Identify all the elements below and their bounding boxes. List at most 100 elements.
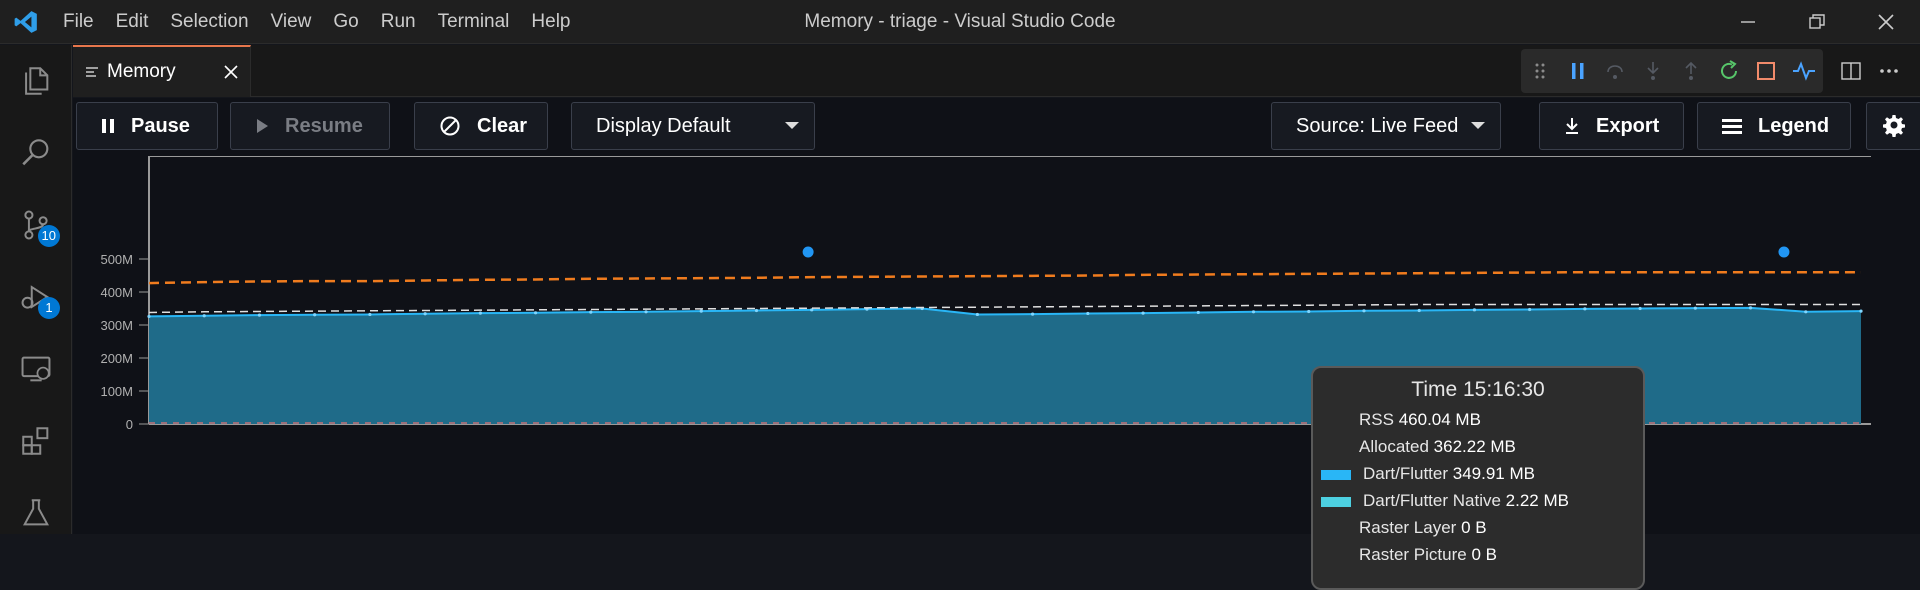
tooltip-value: 2.22 MB (1505, 491, 1569, 510)
restart-icon[interactable] (1710, 49, 1748, 93)
download-icon (1564, 117, 1580, 135)
dart-flutter-point (368, 312, 372, 317)
dart-flutter-point (1638, 306, 1642, 311)
remote-explorer-icon[interactable] (0, 333, 72, 405)
play-icon (255, 118, 269, 134)
activity-bar: 10 1 (0, 45, 72, 534)
stop-icon[interactable] (1748, 49, 1786, 93)
extensions-icon[interactable] (0, 405, 72, 477)
menu-view[interactable]: View (260, 0, 323, 44)
dart-flutter-point (478, 311, 482, 315)
tooltip-row-rss: RSS 460.04 MB (1359, 410, 1481, 432)
dart-flutter-point (1804, 310, 1808, 314)
pause-label: Pause (131, 114, 190, 137)
y-tick-label: 500M (100, 252, 133, 267)
source-control-icon[interactable]: 10 (0, 189, 72, 261)
gc-markers (802, 246, 1790, 258)
close-window-button[interactable] (1851, 0, 1920, 44)
memory-view: Pause Resume Clear Display Default Sourc… (73, 98, 1920, 590)
tooltip-label: Dart/Flutter (1363, 464, 1449, 483)
y-tick-label: 200M (100, 351, 133, 366)
dart-flutter-point (1031, 312, 1035, 316)
y-tick-label: 0 (126, 417, 133, 432)
menu-bar: File Edit Selection View Go Run Terminal… (52, 0, 582, 44)
preview-icon (85, 65, 99, 79)
y-tick-label: 100M (100, 384, 133, 399)
dart-flutter-point (1528, 307, 1532, 312)
source-dropdown[interactable]: Source: Live Feed (1271, 102, 1501, 150)
rss-line (148, 270, 1861, 285)
menu-terminal[interactable]: Terminal (427, 0, 521, 44)
dart-flutter-point (313, 313, 317, 317)
search-icon[interactable] (0, 117, 72, 189)
vscode-logo-icon (0, 0, 52, 44)
window-controls (1713, 0, 1920, 44)
display-dropdown[interactable]: Display Default (571, 102, 815, 150)
export-button[interactable]: Export (1539, 102, 1684, 150)
tooltip-row-dart-flutter: Dart/Flutter 349.91 MB (1363, 464, 1535, 486)
run-debug-badge: 1 (38, 297, 60, 319)
dart-flutter-point (699, 309, 703, 313)
devtools-icon[interactable] (1785, 49, 1823, 93)
debug-pause-icon[interactable] (1559, 49, 1597, 93)
tooltip-label: Dart/Flutter Native (1363, 491, 1501, 510)
resume-button[interactable]: Resume (230, 102, 390, 150)
dart-flutter-point (589, 310, 593, 314)
step-over-icon[interactable] (1597, 49, 1635, 93)
source-value: Source: Live Feed (1296, 114, 1459, 137)
dart-flutter-point (1251, 310, 1256, 314)
list-icon (1722, 118, 1742, 134)
explorer-icon[interactable] (0, 45, 72, 117)
pause-icon (101, 118, 115, 134)
dart-flutter-point (1196, 310, 1200, 315)
dart-flutter-point (147, 314, 151, 319)
export-label: Export (1596, 114, 1660, 137)
menu-edit[interactable]: Edit (105, 0, 160, 44)
split-editor-icon[interactable] (1832, 52, 1870, 90)
tooltip-title: Time 15:16:30 (1411, 378, 1545, 401)
menu-run[interactable]: Run (370, 0, 427, 44)
tooltip-label: Raster Picture (1359, 545, 1467, 564)
gc-event-marker (1778, 246, 1790, 258)
settings-button[interactable] (1866, 102, 1920, 150)
resume-label: Resume (285, 114, 363, 137)
tab-memory[interactable]: Memory (73, 45, 251, 97)
chevron-down-icon (784, 121, 800, 131)
dart-flutter-point (975, 312, 979, 317)
dart-flutter-point (754, 308, 759, 313)
menu-help[interactable]: Help (520, 0, 581, 44)
minimize-button[interactable] (1713, 0, 1782, 44)
testing-icon[interactable] (0, 477, 72, 549)
tooltip-label: Raster Layer (1359, 518, 1457, 537)
tooltip-row-raster-layer: Raster Layer 0 B (1359, 518, 1487, 540)
dart-flutter-point (533, 311, 538, 315)
dart-flutter-point (423, 312, 427, 316)
drag-handle-icon[interactable] (1521, 49, 1559, 93)
menu-go[interactable]: Go (322, 0, 369, 44)
dart-flutter-swatch (1321, 470, 1351, 480)
dart-flutter-point (644, 310, 648, 314)
menu-selection[interactable]: Selection (159, 0, 259, 44)
legend-button[interactable]: Legend (1697, 102, 1851, 150)
block-icon (439, 115, 461, 137)
dart-flutter-point (202, 314, 206, 318)
step-into-icon[interactable] (1634, 49, 1672, 93)
chart-tooltip: Time 15:16:30 RSS 460.04 MB Allocated 36… (1311, 366, 1645, 590)
more-actions-icon[interactable] (1870, 52, 1908, 90)
dart-flutter-point (1141, 311, 1145, 315)
debug-toolbar (1521, 49, 1823, 93)
tab-label: Memory (107, 61, 176, 82)
pause-button[interactable]: Pause (76, 102, 218, 150)
run-debug-icon[interactable]: 1 (0, 261, 72, 333)
restore-button[interactable] (1782, 0, 1851, 44)
menu-file[interactable]: File (52, 0, 105, 44)
step-out-icon[interactable] (1672, 49, 1710, 93)
y-tick-label: 400M (100, 285, 133, 300)
dart-flutter-point (1086, 311, 1090, 316)
tooltip-value: 349.91 MB (1452, 464, 1535, 483)
tooltip-value: 362.22 MB (1433, 437, 1516, 456)
clear-button[interactable]: Clear (414, 102, 548, 150)
close-tab-icon[interactable] (224, 65, 238, 79)
tooltip-row-dart-native: Dart/Flutter Native 2.22 MB (1363, 491, 1569, 513)
display-value: Display Default (596, 114, 731, 137)
